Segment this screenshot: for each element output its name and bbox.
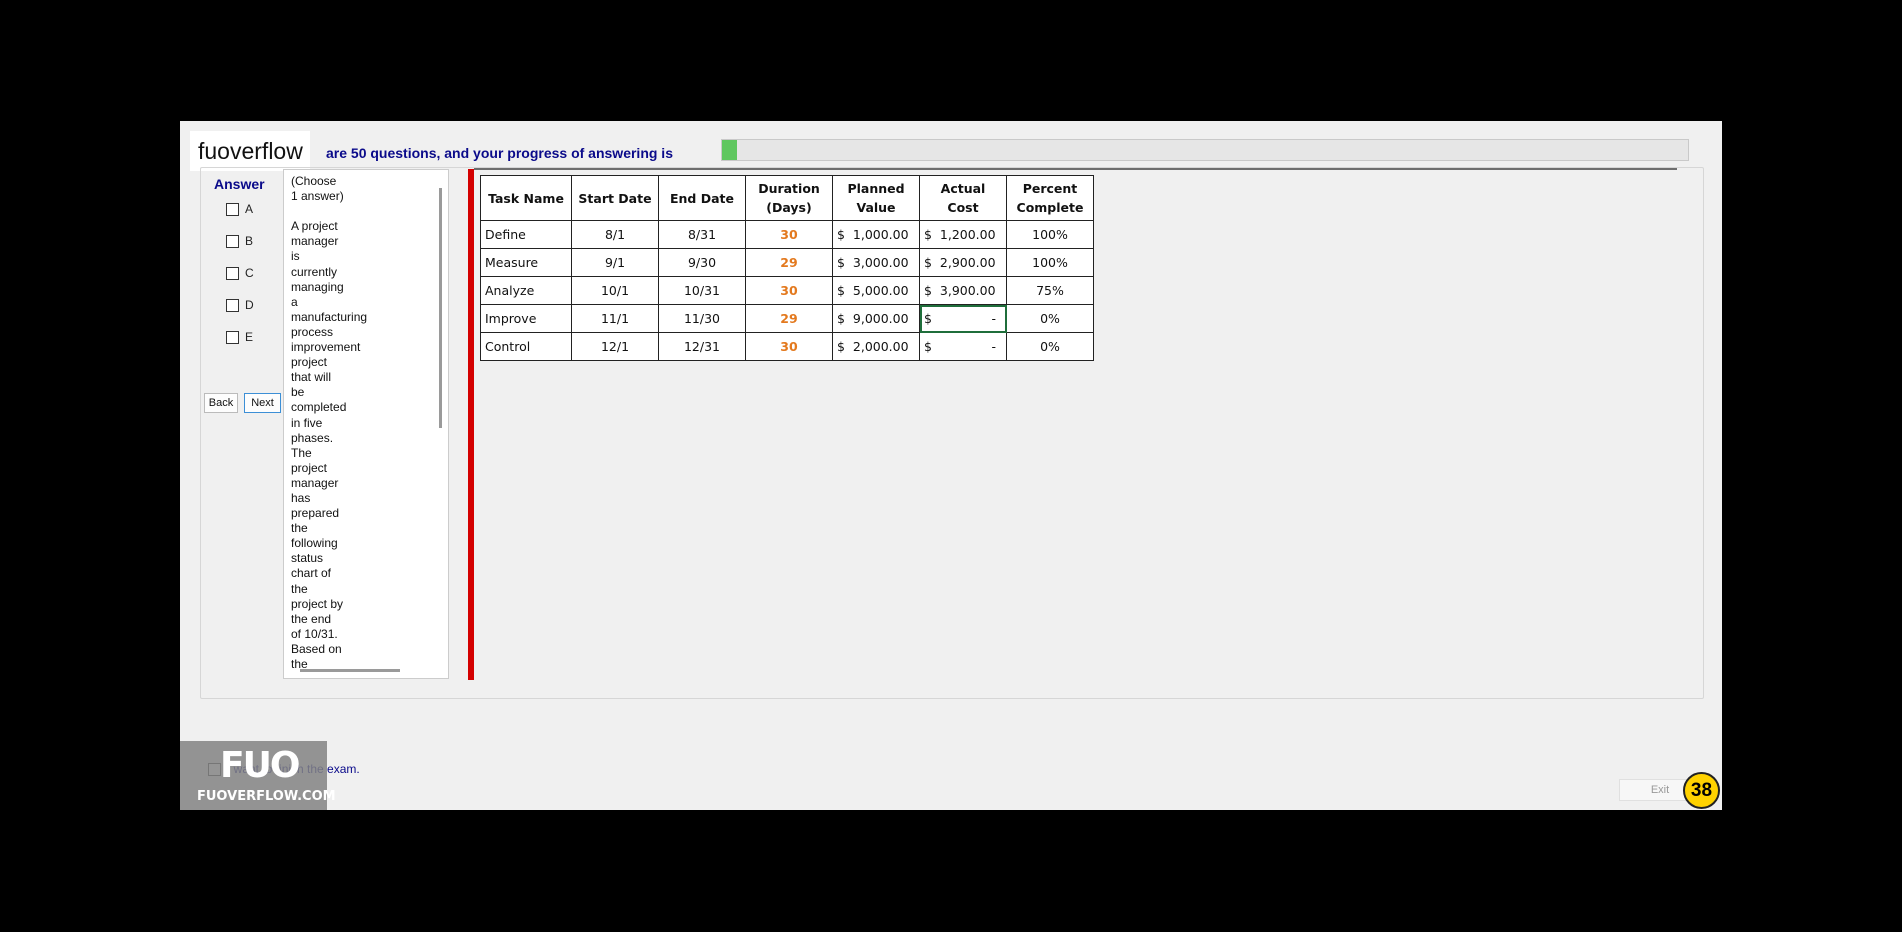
progress-fill <box>722 140 738 160</box>
watermark-logo: FUO FUOVERFLOW.COM <box>180 741 336 810</box>
cell-percent: 100% <box>1006 220 1094 249</box>
cell-task: Analyze <box>480 276 572 305</box>
vertical-scrollbar[interactable] <box>439 188 442 428</box>
question-number-badge: 38 <box>1683 772 1720 809</box>
table-row: Define 8/1 8/31 30 $ 1,000.00 $ 1,200.00… <box>480 220 1094 249</box>
table-row: Control 12/1 12/31 30 $ 2,000.00 $ - 0% <box>480 332 1094 361</box>
cell-task: Improve <box>480 304 572 333</box>
progress-label: are 50 questions, and your progress of a… <box>326 145 673 161</box>
checkbox[interactable] <box>226 202 239 216</box>
option-b[interactable]: B <box>226 234 253 248</box>
cell-percent: 100% <box>1006 248 1094 277</box>
option-c[interactable]: C <box>226 266 254 280</box>
col-actual-cost: Actual Cost <box>919 175 1007 221</box>
col-planned-value: Planned Value <box>832 175 920 221</box>
col-task-name: Task Name <box>480 175 572 221</box>
option-e[interactable]: E <box>226 330 253 344</box>
cell-actual: $ - <box>919 332 1007 361</box>
cell-start: 12/1 <box>571 332 659 361</box>
cell-planned: $ 2,000.00 <box>832 332 920 361</box>
option-d[interactable]: D <box>226 298 254 312</box>
cell-actual: $ 1,200.00 <box>919 220 1007 249</box>
cell-percent: 75% <box>1006 276 1094 305</box>
table-header-row: Task Name Start Date End Date Duration (… <box>480 175 1094 221</box>
col-start-date: Start Date <box>571 175 659 221</box>
splitter[interactable] <box>468 169 474 680</box>
table-row: Improve 11/1 11/30 29 $ 9,000.00 $ - 0% <box>480 304 1094 333</box>
cell-percent: 0% <box>1006 332 1094 361</box>
watermark-site: FUOVERFLOW.COM <box>197 789 336 804</box>
brand-label: fuoverflow <box>190 131 310 171</box>
answer-title: Answer <box>214 176 265 192</box>
exam-window: fuoverflow are 50 questions, and your pr… <box>180 121 1722 810</box>
col-duration: Duration (Days) <box>745 175 833 221</box>
cell-planned: $ 3,000.00 <box>832 248 920 277</box>
cell-actual-selected: $ - <box>919 304 1007 333</box>
cell-task: Define <box>480 220 572 249</box>
cell-end: 8/31 <box>658 220 746 249</box>
option-a[interactable]: A <box>226 202 253 216</box>
cell-duration: 29 <box>745 248 833 277</box>
table-row: Analyze 10/1 10/31 30 $ 5,000.00 $ 3,900… <box>480 276 1094 305</box>
cell-actual: $ 2,900.00 <box>919 248 1007 277</box>
question-textbox[interactable]: (Choose 1 answer) A project manager is c… <box>283 169 449 679</box>
cell-percent: 0% <box>1006 304 1094 333</box>
cell-end: 10/31 <box>658 276 746 305</box>
checkbox[interactable] <box>226 330 239 344</box>
cell-duration: 29 <box>745 304 833 333</box>
cell-start: 11/1 <box>571 304 659 333</box>
cell-start: 9/1 <box>571 248 659 277</box>
cell-task: Control <box>480 332 572 361</box>
cell-end: 9/30 <box>658 248 746 277</box>
table-row: Measure 9/1 9/30 29 $ 3,000.00 $ 2,900.0… <box>480 248 1094 277</box>
cell-actual: $ 3,900.00 <box>919 276 1007 305</box>
status-table: Task Name Start Date End Date Duration (… <box>480 175 1094 361</box>
cell-start: 10/1 <box>571 276 659 305</box>
back-button[interactable]: Back <box>204 393 238 413</box>
cell-duration: 30 <box>745 332 833 361</box>
checkbox[interactable] <box>226 266 239 280</box>
cell-task: Measure <box>480 248 572 277</box>
progress-bar <box>721 139 1689 161</box>
checkbox[interactable] <box>226 298 239 312</box>
col-end-date: End Date <box>658 175 746 221</box>
watermark-text: FUO <box>220 745 300 786</box>
cell-end: 11/30 <box>658 304 746 333</box>
horizontal-scrollbar[interactable] <box>300 669 400 672</box>
question-text: (Choose 1 answer) A project manager is c… <box>291 174 368 671</box>
cell-planned: $ 9,000.00 <box>832 304 920 333</box>
next-button[interactable]: Next <box>244 393 281 413</box>
cell-start: 8/1 <box>571 220 659 249</box>
col-percent-complete: Percent Complete <box>1006 175 1094 221</box>
checkbox[interactable] <box>226 234 239 248</box>
cell-planned: $ 1,000.00 <box>832 220 920 249</box>
cell-duration: 30 <box>745 220 833 249</box>
separator-line <box>474 168 1677 170</box>
cell-planned: $ 5,000.00 <box>832 276 920 305</box>
status-chart: Task Name Start Date End Date Duration (… <box>480 175 1094 361</box>
cell-duration: 30 <box>745 276 833 305</box>
cell-end: 12/31 <box>658 332 746 361</box>
